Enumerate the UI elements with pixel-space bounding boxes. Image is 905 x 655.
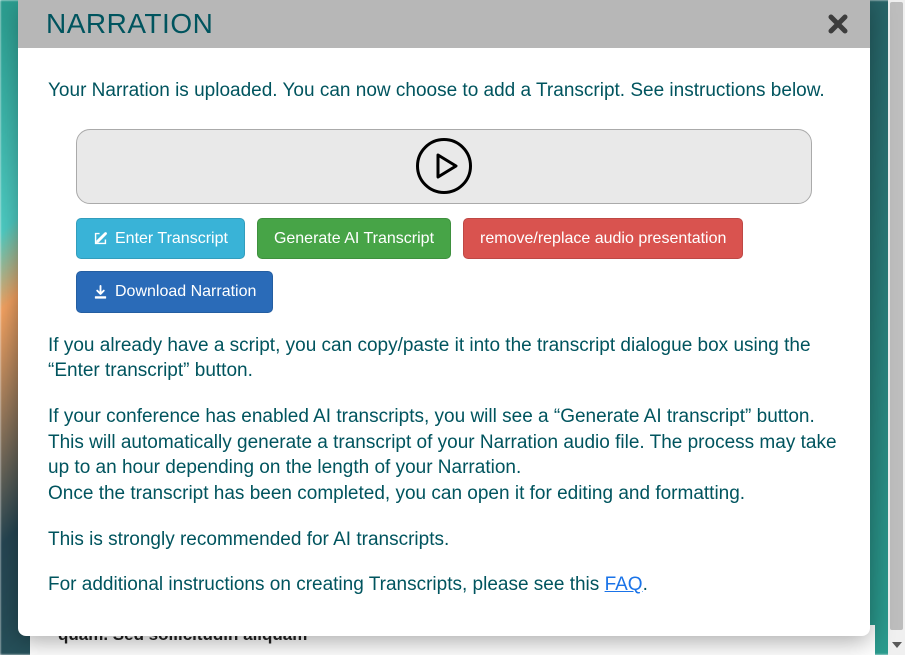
enter-transcript-button[interactable]: Enter Transcript (76, 218, 245, 260)
faq-link[interactable]: FAQ (605, 574, 643, 595)
button-row: Enter Transcript Generate AI Transcript … (76, 218, 812, 313)
generate-ai-transcript-button[interactable]: Generate AI Transcript (257, 218, 451, 260)
remove-replace-label: remove/replace audio presentation (480, 228, 726, 250)
narration-modal: NARRATION Your Narration is uploaded. Yo… (18, 0, 870, 636)
paragraph-ai-part2: Once the transcript has been completed, … (48, 483, 745, 504)
modal-header: NARRATION (18, 0, 870, 48)
remove-replace-audio-button[interactable]: remove/replace audio presentation (463, 218, 743, 260)
enter-transcript-label: Enter Transcript (115, 228, 228, 250)
modal-body: Your Narration is uploaded. You can now … (18, 48, 870, 622)
play-icon (436, 153, 458, 179)
scrollbar-down-arrow[interactable] (888, 638, 905, 652)
generate-ai-label: Generate AI Transcript (274, 228, 434, 250)
play-button[interactable] (416, 138, 472, 194)
paragraph-script: If you already have a script, you can co… (48, 333, 840, 384)
paragraph-ai: If your conference has enabled AI transc… (48, 404, 840, 507)
faq-suffix: . (643, 574, 648, 595)
audio-player[interactable] (76, 129, 812, 204)
scrollbar-thumb[interactable] (890, 2, 903, 630)
paragraph-recommend: This is strongly recommended for AI tran… (48, 527, 840, 553)
modal-title: NARRATION (46, 8, 213, 40)
download-narration-button[interactable]: Download Narration (76, 271, 273, 313)
page-scrollbar[interactable] (888, 0, 905, 655)
paragraph-faq: For additional instructions on creating … (48, 572, 840, 598)
intro-text: Your Narration is uploaded. You can now … (48, 78, 840, 104)
close-button[interactable] (824, 10, 852, 38)
download-icon (93, 285, 108, 300)
paragraph-ai-part1: If your conference has enabled AI transc… (48, 406, 837, 478)
download-label: Download Narration (115, 281, 256, 303)
close-icon (827, 13, 849, 35)
faq-prefix: For additional instructions on creating … (48, 574, 605, 595)
edit-icon (93, 231, 108, 246)
